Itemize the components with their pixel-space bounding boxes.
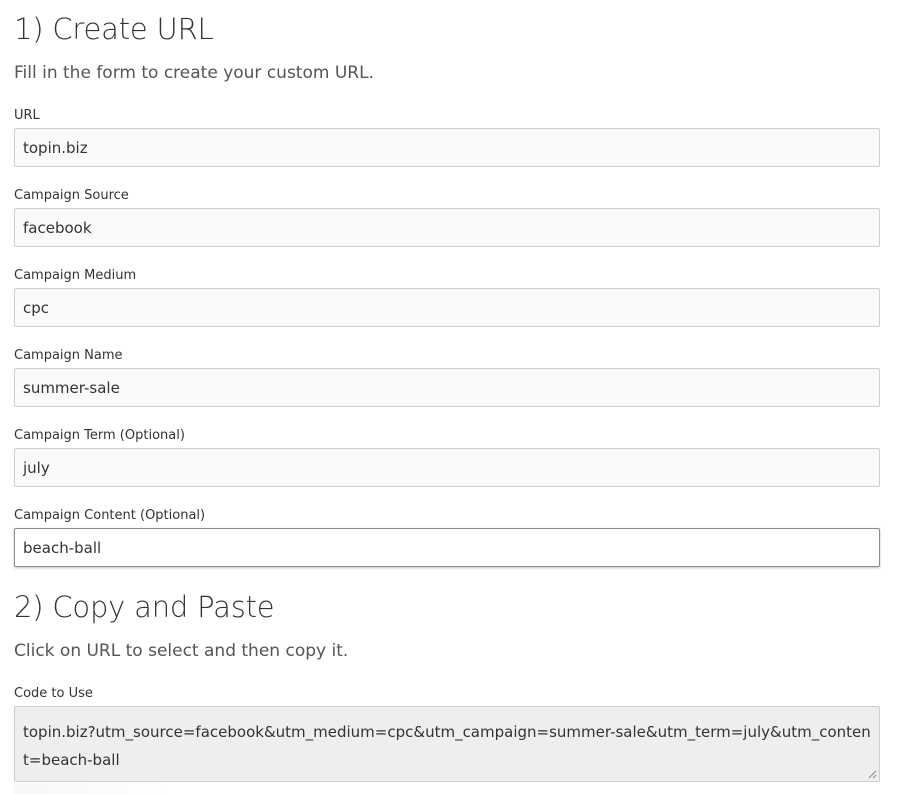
campaign-content-label: Campaign Content (Optional) bbox=[14, 508, 206, 523]
campaign-source-label: Campaign Source bbox=[14, 188, 129, 203]
campaign-medium-input[interactable] bbox=[14, 288, 880, 327]
campaign-term-label: Campaign Term (Optional) bbox=[14, 428, 185, 443]
campaign-name-input[interactable] bbox=[14, 368, 880, 407]
copy-paste-intro: Click on URL to select and then copy it. bbox=[14, 641, 349, 661]
campaign-source-input[interactable] bbox=[14, 208, 880, 247]
code-to-use-label: Code to Use bbox=[14, 686, 93, 701]
campaign-name-label: Campaign Name bbox=[14, 348, 123, 363]
campaign-term-input[interactable] bbox=[14, 448, 880, 487]
url-label: URL bbox=[14, 108, 40, 123]
create-url-intro: Fill in the form to create your custom U… bbox=[14, 63, 374, 83]
generated-url-textarea[interactable]: topin.biz?utm_source=facebook&utm_medium… bbox=[14, 706, 880, 782]
copy-paste-heading: 2) Copy and Paste bbox=[14, 590, 275, 624]
resize-grip-icon[interactable] bbox=[867, 769, 877, 779]
campaign-medium-label: Campaign Medium bbox=[14, 268, 137, 283]
decorative-shadow bbox=[14, 783, 174, 794]
campaign-content-input[interactable] bbox=[14, 528, 880, 567]
url-input[interactable] bbox=[14, 128, 880, 167]
generated-url-text: topin.biz?utm_source=facebook&utm_medium… bbox=[23, 723, 871, 769]
create-url-heading: 1) Create URL bbox=[14, 12, 214, 46]
